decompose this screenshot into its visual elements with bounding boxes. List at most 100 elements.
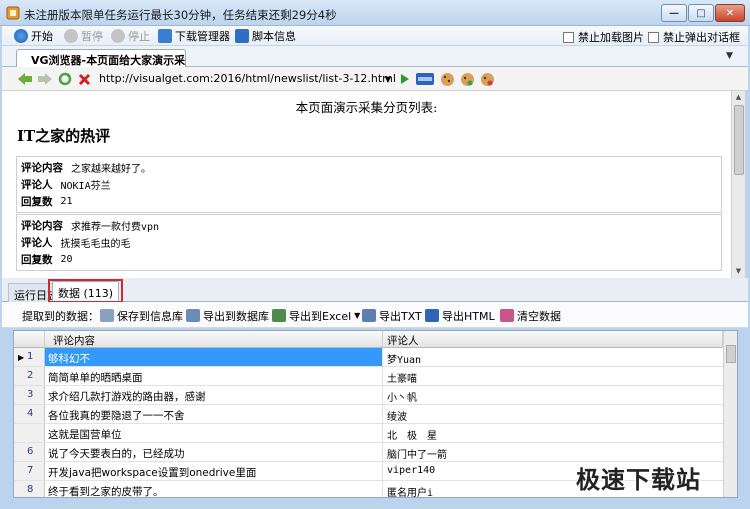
- pause-label: 暂停: [81, 30, 103, 43]
- export-txt-label: 导出TXT: [379, 309, 422, 323]
- export-db-button[interactable]: 导出到数据库: [186, 308, 269, 323]
- row-number[interactable]: 2: [14, 367, 45, 385]
- save-icon: [100, 309, 114, 322]
- block-dialogs-checkbox[interactable]: 禁止弹出对话框: [648, 29, 740, 45]
- block-dialogs-box[interactable]: [648, 31, 659, 43]
- section-title: IT之家的热评: [17, 127, 111, 145]
- pause-button[interactable]: 暂停: [64, 28, 103, 44]
- cell-author[interactable]: 梦Yuan: [383, 348, 723, 366]
- reply-count-value: 20: [60, 254, 73, 265]
- cell-author[interactable]: 脑门中了一箭: [383, 443, 723, 461]
- maximize-button[interactable]: □: [688, 4, 714, 22]
- current-row-icon: ▶: [18, 353, 25, 362]
- table-row[interactable]: 4 各位我真的要隐退了一一不舍 绫波: [14, 405, 723, 424]
- cell-author[interactable]: 小丶帆: [383, 386, 723, 404]
- download-manager-label: 下载管理器: [175, 30, 230, 43]
- table-scroll-thumb[interactable]: [726, 345, 736, 363]
- scroll-down-icon[interactable]: ▼: [732, 265, 745, 278]
- reply-count-value: 21: [60, 196, 73, 207]
- go-icon[interactable]: [399, 71, 411, 87]
- row-number[interactable]: 8: [14, 481, 45, 497]
- cookie-add-icon[interactable]: [459, 71, 475, 87]
- cell-content[interactable]: 终于看到之家的皮带了。: [45, 481, 383, 497]
- cookie-delete-icon[interactable]: [479, 71, 495, 87]
- cell-author[interactable]: 绫波: [383, 405, 723, 423]
- database-icon: [186, 309, 200, 322]
- clear-data-button[interactable]: 清空数据: [500, 308, 561, 323]
- start-button[interactable]: 开始: [14, 28, 53, 44]
- block-dialogs-label: 禁止弹出对话框: [663, 31, 740, 44]
- extracted-data-label: 提取到的数据：: [22, 309, 99, 323]
- export-excel-button[interactable]: 导出到Excel ▼: [272, 308, 360, 323]
- row-number[interactable]: 7: [14, 462, 45, 480]
- scroll-thumb[interactable]: [734, 105, 744, 175]
- address-field[interactable]: http://visualget.com:2016/html/newslist/…: [99, 72, 396, 85]
- cell-author[interactable]: 北 极 星: [383, 424, 723, 442]
- app-icon: [6, 6, 20, 20]
- export-html-button[interactable]: 导出HTML: [425, 308, 495, 323]
- save-to-info-db-button[interactable]: 保存到信息库: [100, 308, 183, 323]
- comment-content-value: 求推荐一款付费vpn: [71, 222, 160, 233]
- tab-list-dropdown-icon[interactable]: ▼: [726, 51, 733, 61]
- page-scrollbar[interactable]: ▲ ▼: [731, 91, 745, 278]
- cell-content[interactable]: 求介绍几款打游戏的路由器，感谢: [45, 386, 383, 404]
- info-icon: [235, 29, 249, 43]
- cell-author[interactable]: 土豪喵: [383, 367, 723, 385]
- export-db-label: 导出到数据库: [203, 309, 269, 323]
- play-icon: [14, 29, 28, 43]
- commenter-value: 抚摸毛毛虫的毛: [60, 239, 131, 250]
- export-txt-button[interactable]: 导出TXT: [362, 308, 422, 323]
- browser-tab-strip: VG浏览器-本页面给大家演示采... ▼: [2, 46, 748, 67]
- table-row[interactable]: 3 求介绍几款打游戏的路由器，感谢 小丶帆: [14, 386, 723, 405]
- url-dropdown-icon[interactable]: ▼: [383, 71, 393, 87]
- row-number[interactable]: [14, 424, 45, 442]
- cell-content[interactable]: 开发java把workspace设置到onedrive里面: [45, 462, 383, 480]
- reply-count-key: 回复数: [21, 254, 53, 266]
- minimize-button[interactable]: —: [661, 4, 687, 22]
- row-header-corner: [14, 331, 45, 348]
- reply-count-key: 回复数: [21, 196, 53, 208]
- download-icon: [158, 29, 172, 43]
- html-icon: [425, 309, 439, 322]
- scroll-up-icon[interactable]: ▲: [732, 91, 745, 104]
- block-images-box[interactable]: [563, 31, 574, 43]
- navigation-bar: http://visualget.com:2016/html/newslist/…: [2, 67, 748, 91]
- comment-content-value: 之家越来越好了。: [71, 164, 151, 175]
- script-info-label: 脚本信息: [252, 30, 296, 43]
- browser-tab[interactable]: VG浏览器-本页面给大家演示采...: [16, 49, 186, 67]
- table-row[interactable]: 2 简简单单的晒晒桌面 土豪喵: [14, 367, 723, 386]
- html-source-icon[interactable]: [416, 71, 434, 87]
- table-row[interactable]: 这就是国营单位北 极 星: [14, 424, 723, 443]
- cell-content[interactable]: 各位我真的要隐退了一一不舍: [45, 405, 383, 423]
- script-info-button[interactable]: 脚本信息: [235, 28, 296, 44]
- row-number[interactable]: 6: [14, 443, 45, 461]
- stop-icon: [111, 29, 125, 43]
- export-html-label: 导出HTML: [442, 309, 495, 323]
- back-arrow-icon[interactable]: [16, 71, 34, 87]
- column-header-content[interactable]: 评论内容: [45, 331, 383, 348]
- commenter-key: 评论人: [21, 237, 53, 249]
- stop-loading-icon[interactable]: [76, 71, 92, 87]
- cell-content[interactable]: 简简单单的晒晒桌面: [45, 367, 383, 385]
- save-to-info-db-label: 保存到信息库: [117, 309, 183, 323]
- cell-content[interactable]: 说了今天要表白的，已经成功: [45, 443, 383, 461]
- forward-arrow-icon[interactable]: [36, 71, 54, 87]
- cell-content[interactable]: 这就是国营单位: [45, 424, 383, 442]
- row-number[interactable]: 4: [14, 405, 45, 423]
- close-button[interactable]: ✕: [715, 4, 745, 22]
- comment-card: 评论内容 求推荐一款付费vpn 评论人 抚摸毛毛虫的毛 回复数 20: [16, 214, 722, 271]
- table-scrollbar[interactable]: [723, 331, 737, 497]
- refresh-icon[interactable]: [57, 71, 73, 87]
- download-manager-button[interactable]: 下载管理器: [158, 28, 230, 44]
- stop-button[interactable]: 停止: [111, 28, 150, 44]
- excel-dropdown-icon[interactable]: ▼: [354, 311, 360, 320]
- cell-content[interactable]: 够科幻不: [45, 348, 383, 366]
- table-row[interactable]: 1 够科幻不 梦Yuan ▶: [14, 348, 723, 367]
- clear-icon: [500, 309, 514, 322]
- column-header-author[interactable]: 评论人: [383, 331, 723, 348]
- export-excel-label: 导出到Excel: [289, 309, 352, 323]
- cookie-icon[interactable]: [439, 71, 455, 87]
- comment-content-key: 评论内容: [21, 162, 63, 174]
- row-number[interactable]: 3: [14, 386, 45, 404]
- block-images-checkbox[interactable]: 禁止加载图片: [563, 29, 644, 45]
